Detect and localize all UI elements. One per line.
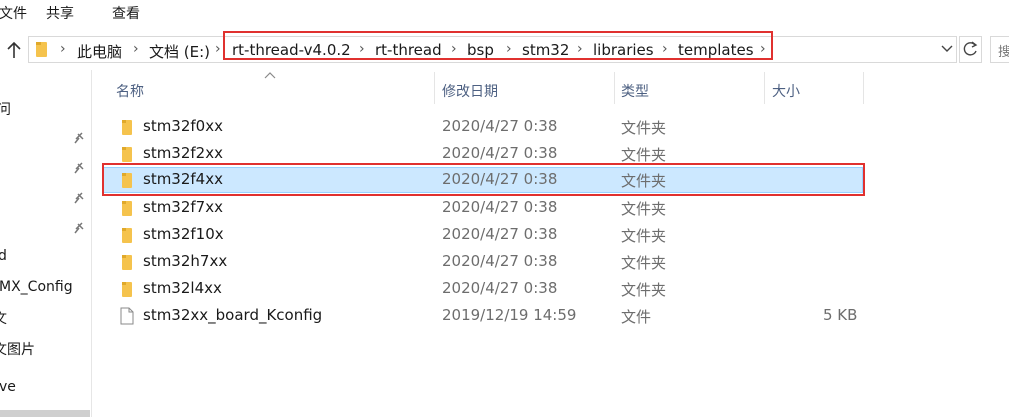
pin-icon[interactable] xyxy=(73,191,85,205)
file-type: 文件夹 xyxy=(621,227,667,245)
pin-icon[interactable] xyxy=(73,131,85,145)
folder-icon xyxy=(122,255,132,270)
column-name[interactable]: 名称 xyxy=(116,81,144,101)
file-type: 文件夹 xyxy=(621,146,667,164)
pin-icon[interactable] xyxy=(73,221,85,235)
nav-scrollbar[interactable] xyxy=(0,410,90,417)
search-placeholder: 搜 xyxy=(998,45,1009,60)
file-name: stm32f0xx xyxy=(143,117,223,135)
up-arrow-icon[interactable] xyxy=(4,38,24,62)
column-divider[interactable] xyxy=(614,72,615,104)
file-type: 文件夹 xyxy=(621,200,667,218)
column-size[interactable]: 大小 xyxy=(772,81,800,101)
file-type: 文件夹 xyxy=(621,254,667,272)
file-date-modified: 2020/4/27 0:38 xyxy=(442,279,558,297)
file-date-modified: 2019/12/19 14:59 xyxy=(442,306,577,324)
tab-view[interactable]: 查看 xyxy=(112,3,140,23)
file-name: stm32l4xx xyxy=(143,279,222,297)
file-name: stm32f2xx xyxy=(143,144,223,162)
file-name: stm32xx_board_Kconfig xyxy=(143,306,323,324)
column-divider[interactable] xyxy=(764,72,765,104)
nav-item-drive[interactable]: ve xyxy=(0,379,16,395)
refresh-icon xyxy=(963,41,978,56)
folder-icon xyxy=(122,120,132,135)
file-date-modified: 2020/4/27 0:38 xyxy=(442,198,558,216)
file-type: 文件 xyxy=(621,308,652,326)
address-highlight-box xyxy=(223,31,773,60)
nav-item-documents[interactable]: 文 xyxy=(0,308,7,328)
sort-ascending-icon xyxy=(264,72,276,79)
file-type: 文件夹 xyxy=(621,119,667,137)
folder-icon xyxy=(122,228,132,243)
file-date-modified: 2020/4/27 0:38 xyxy=(442,144,558,162)
file-date-modified: 2020/4/27 0:38 xyxy=(442,117,558,135)
pin-icon[interactable] xyxy=(73,161,85,175)
selected-row-highlight-box xyxy=(102,163,865,196)
nav-item-mx-config[interactable]: MX_Config xyxy=(0,279,73,295)
column-divider[interactable] xyxy=(434,72,435,104)
nav-pane-divider[interactable] xyxy=(91,70,92,417)
chevron-down-icon[interactable] xyxy=(940,44,954,54)
chevron-right-icon[interactable]: › xyxy=(215,41,221,57)
file-icon xyxy=(120,307,134,325)
search-input[interactable]: 搜 xyxy=(990,36,1009,63)
crumb-this-pc[interactable]: 此电脑 xyxy=(77,41,122,62)
tab-file[interactable]: 文件 xyxy=(0,3,27,23)
folder-icon xyxy=(36,42,47,57)
nav-item-folder[interactable]: d xyxy=(0,248,7,264)
crumb-drive-e[interactable]: 文档 (E:) xyxy=(149,41,210,62)
column-date-modified[interactable]: 修改日期 xyxy=(442,81,498,101)
folder-icon xyxy=(122,282,132,297)
column-divider[interactable] xyxy=(863,72,864,104)
refresh-button[interactable] xyxy=(959,36,982,63)
file-date-modified: 2020/4/27 0:38 xyxy=(442,252,558,270)
folder-icon xyxy=(122,147,132,162)
file-name: stm32f7xx xyxy=(143,198,223,216)
nav-item-quick-access[interactable]: 问 xyxy=(0,99,11,119)
file-type: 文件夹 xyxy=(621,281,667,299)
file-name: stm32f10x xyxy=(143,225,224,243)
file-date-modified: 2020/4/27 0:38 xyxy=(442,225,558,243)
tab-share[interactable]: 共享 xyxy=(46,3,74,23)
file-size: 5 KB xyxy=(823,306,858,324)
chevron-right-icon[interactable]: › xyxy=(133,41,139,57)
column-type[interactable]: 类型 xyxy=(621,81,649,101)
file-name: stm32h7xx xyxy=(143,252,228,270)
nav-item-pictures[interactable]: 文图片 xyxy=(0,339,35,359)
folder-icon xyxy=(122,201,132,216)
chevron-right-icon[interactable]: › xyxy=(60,41,66,57)
